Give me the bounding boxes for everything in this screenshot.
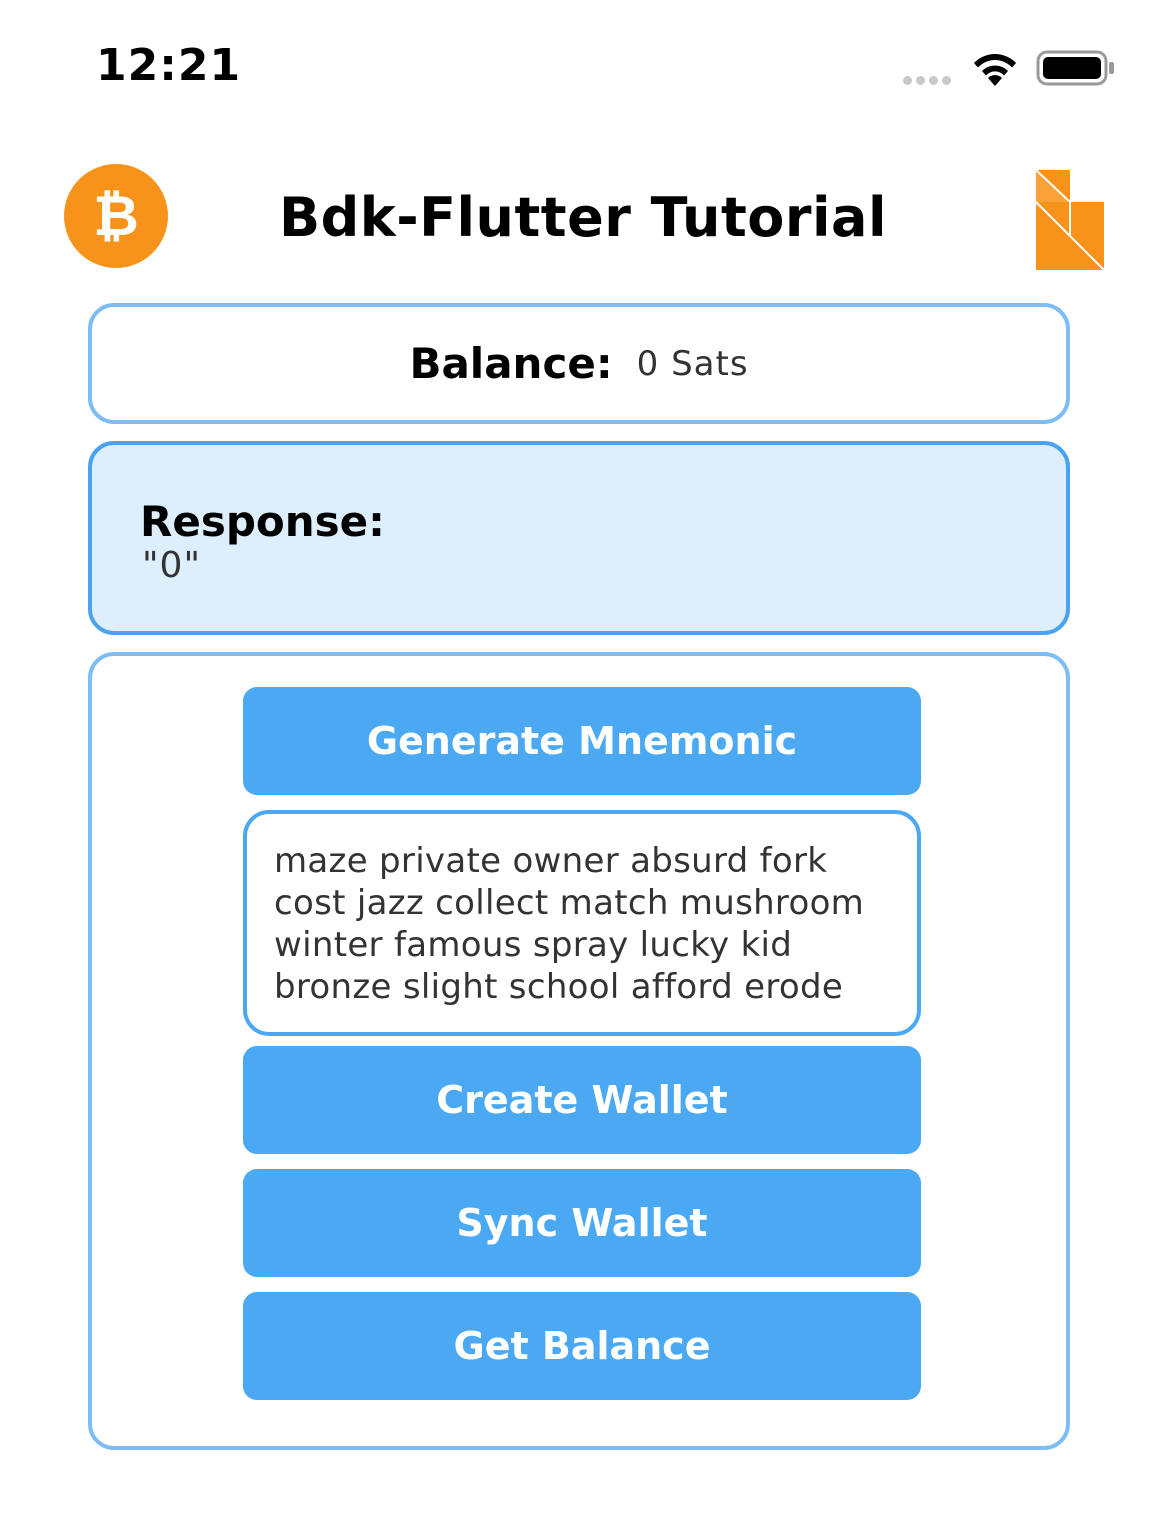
status-bar: 12:21 (0, 0, 1166, 130)
sync-wallet-button[interactable]: Sync Wallet (243, 1169, 921, 1277)
balance-value: 0 Sats (636, 343, 749, 384)
status-time: 12:21 (96, 40, 242, 91)
get-balance-button[interactable]: Get Balance (243, 1292, 921, 1400)
battery-icon (1036, 50, 1114, 86)
response-label: Response: (140, 497, 385, 546)
response-value: "0" (142, 545, 202, 586)
mnemonic-field[interactable]: maze private owner absurd fork cost jazz… (243, 810, 921, 1036)
response-card: Response: "0" (88, 441, 1070, 635)
app-header: ₿ Bdk-Flutter Tutorial (0, 150, 1166, 280)
balance-label: Balance: (409, 339, 613, 388)
page-title: Bdk-Flutter Tutorial (278, 186, 887, 249)
wifi-icon (974, 54, 1016, 86)
generate-mnemonic-button[interactable]: Generate Mnemonic (243, 687, 921, 795)
signal-dots-icon (903, 76, 951, 85)
create-wallet-button[interactable]: Create Wallet (243, 1046, 921, 1154)
bdk-logo-icon (1035, 169, 1105, 271)
actions-card: Generate Mnemonic maze private owner abs… (88, 652, 1070, 1450)
balance-card: Balance: 0 Sats (88, 303, 1070, 424)
